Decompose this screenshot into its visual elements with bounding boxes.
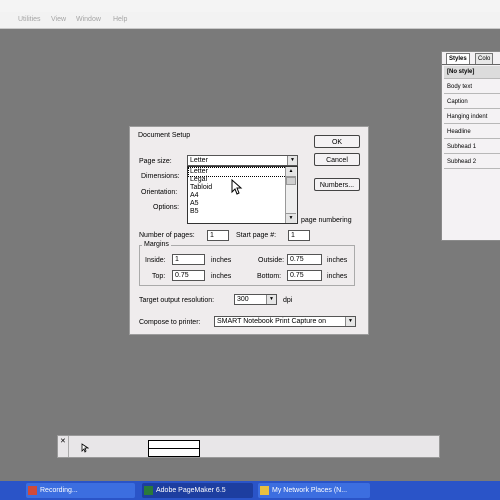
style-item-caption[interactable]: Caption [444, 96, 500, 109]
dialog-title: Document Setup [138, 132, 191, 139]
cancel-button[interactable]: Cancel [314, 153, 360, 166]
bottom-margin-input[interactable]: 0.75 [287, 270, 322, 281]
document-setup-dialog: Document Setup OK Cancel Numbers... Page… [129, 126, 369, 335]
folder-icon [260, 486, 269, 495]
menu-view[interactable]: View [51, 16, 66, 23]
style-item-hanging-indent[interactable]: Hanging indent [444, 111, 500, 124]
page-size-option-b5[interactable]: B5 [189, 208, 199, 216]
taskbar-item-network-places[interactable]: My Network Places (N... [258, 483, 370, 498]
tab-colors[interactable]: Colo [475, 53, 494, 64]
inside-unit: inches [211, 257, 232, 264]
dropdown-scrollbar[interactable]: ▲ ▼ [285, 167, 297, 223]
numbers-button[interactable]: Numbers... [314, 178, 360, 191]
page-size-option-a4[interactable]: A4 [189, 192, 199, 200]
number-of-pages-label: Number of pages: [139, 232, 195, 239]
menu-utilities[interactable]: Utilities [18, 16, 41, 23]
bottom-label: Bottom: [257, 273, 282, 280]
control-palette: ✕ [57, 435, 440, 458]
target-resolution-label: Target output resolution: [139, 297, 215, 304]
pointer-tool-icon[interactable] [81, 443, 89, 453]
menu-bar: Utilities View Window Help [0, 12, 500, 29]
app-title-bar [0, 0, 500, 12]
start-page-label: Start page #: [236, 232, 277, 239]
taskbar-item-label: Recording... [40, 487, 78, 494]
scroll-down-icon[interactable]: ▼ [286, 213, 296, 223]
taskbar-item-recording[interactable]: Recording... [26, 483, 135, 498]
scroll-up-icon[interactable]: ▲ [286, 167, 296, 177]
page-size-select[interactable]: Letter ▼ [187, 155, 298, 166]
margins-group-label: Margins [142, 241, 171, 248]
page-numbering-label: page numbering [301, 217, 352, 224]
target-resolution-select[interactable]: 300 ▼ [234, 294, 277, 305]
outside-label: Outside: [258, 257, 285, 264]
start-page-input[interactable]: 1 [288, 230, 310, 241]
top-label: Top: [152, 273, 166, 280]
menu-window[interactable]: Window [76, 16, 101, 23]
style-item-body-text[interactable]: Body text [444, 81, 500, 94]
page-size-option-tabloid[interactable]: Tabloid [189, 184, 212, 192]
orientation-label: Orientation: [141, 189, 178, 196]
mouse-cursor-icon [231, 179, 243, 195]
bottom-unit: inches [327, 273, 348, 280]
recording-icon [28, 486, 37, 495]
styles-palette-tabs: Styles Colo [442, 52, 500, 65]
options-label: Options: [153, 204, 180, 211]
scroll-thumb[interactable] [286, 177, 296, 185]
style-item-subhead-2[interactable]: Subhead 2 [444, 156, 500, 169]
taskbar-item-label: Adobe PageMaker 6.5 [156, 487, 226, 494]
compose-to-printer-value: SMART Notebook Print Capture on [217, 318, 327, 325]
chevron-down-icon[interactable]: ▼ [266, 295, 276, 304]
target-resolution-value: 300 [237, 296, 249, 303]
ok-button[interactable]: OK [314, 135, 360, 148]
style-item-subhead-1[interactable]: Subhead 1 [444, 141, 500, 154]
control-palette-divider [68, 436, 69, 457]
tab-styles[interactable]: Styles [446, 53, 470, 64]
dpi-label: dpi [283, 297, 293, 304]
outside-unit: inches [327, 257, 348, 264]
number-of-pages-input[interactable]: 1 [207, 230, 229, 241]
inside-margin-input[interactable]: 1 [172, 254, 205, 265]
taskbar: Recording... Adobe PageMaker 6.5 My Netw… [0, 481, 500, 500]
page-size-option-a5[interactable]: A5 [189, 200, 199, 208]
styles-palette: Styles Colo [No style] Body text Caption… [441, 51, 500, 241]
close-icon[interactable]: ✕ [60, 438, 67, 445]
inside-label: Inside: [145, 257, 166, 264]
outside-margin-input[interactable]: 0.75 [287, 254, 322, 265]
page-size-dropdown-list: Letter Legal Tabloid A4 A5 B5 ▲ ▼ [187, 166, 298, 224]
pagemaker-icon [144, 486, 153, 495]
dimensions-label: Dimensions: [141, 173, 180, 180]
chevron-down-icon[interactable]: ▼ [345, 317, 355, 326]
style-item-headline[interactable]: Headline [444, 126, 500, 139]
compose-to-printer-label: Compose to printer: [139, 319, 201, 326]
taskbar-item-pagemaker[interactable]: Adobe PageMaker 6.5 [142, 483, 253, 498]
position-box-bottom[interactable] [148, 448, 200, 457]
menu-help[interactable]: Help [113, 16, 127, 23]
chevron-down-icon[interactable]: ▼ [287, 156, 297, 165]
style-item-no-style[interactable]: [No style] [444, 66, 500, 79]
taskbar-item-label: My Network Places (N... [272, 487, 348, 494]
compose-to-printer-select[interactable]: SMART Notebook Print Capture on ▼ [214, 316, 356, 327]
page-size-value: Letter [190, 157, 208, 164]
top-margin-input[interactable]: 0.75 [172, 270, 205, 281]
page-size-option-legal[interactable]: Legal [189, 176, 207, 184]
top-unit: inches [211, 273, 232, 280]
page-size-option-letter[interactable]: Letter [188, 167, 287, 177]
page-size-label: Page size: [139, 158, 172, 165]
